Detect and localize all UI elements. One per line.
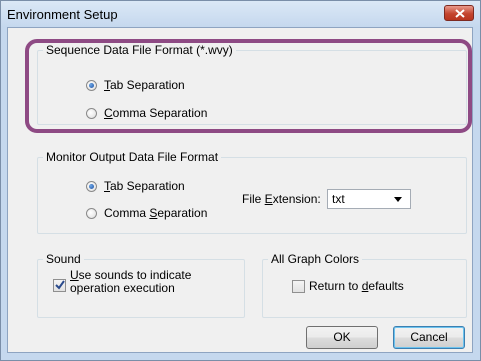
cancel-button[interactable]: Cancel [393,326,465,349]
window-title: Environment Setup [7,7,118,22]
return-defaults-checkbox[interactable] [292,280,305,293]
return-defaults-label: Return to defaults [309,279,404,293]
chevron-down-icon [394,197,402,202]
use-sounds-checkbox[interactable] [53,279,66,292]
checkmark-icon [55,280,65,290]
use-sounds-label-line2: operation execution [70,281,175,295]
file-extension-select[interactable]: txt [327,189,411,209]
close-button[interactable] [444,5,474,21]
graph-colors-legend: All Graph Colors [271,252,360,266]
use-sounds-label-line1: Use sounds to indicate [70,268,192,282]
monitor-tab-label: Tab Separation [104,179,185,193]
monitor-comma-radio[interactable]: Comma Separation [86,206,207,220]
ok-button[interactable]: OK [306,326,378,349]
file-extension-value: txt [332,192,345,206]
file-extension-label: File Extension: [242,192,321,206]
sound-legend: Sound [46,252,81,266]
monitor-tab-radio[interactable]: Tab Separation [86,179,185,193]
radio-unchecked-icon [86,207,97,219]
title-bar[interactable]: Environment Setup [1,1,480,27]
monitor-format-legend: Monitor Output Data File Format [46,150,219,164]
dialog-window: Environment Setup Sequence Data File For… [0,0,481,361]
highlight-annotation [25,39,472,133]
monitor-comma-label: Comma Separation [104,206,208,220]
close-icon [455,9,465,18]
radio-checked-icon [86,180,97,192]
